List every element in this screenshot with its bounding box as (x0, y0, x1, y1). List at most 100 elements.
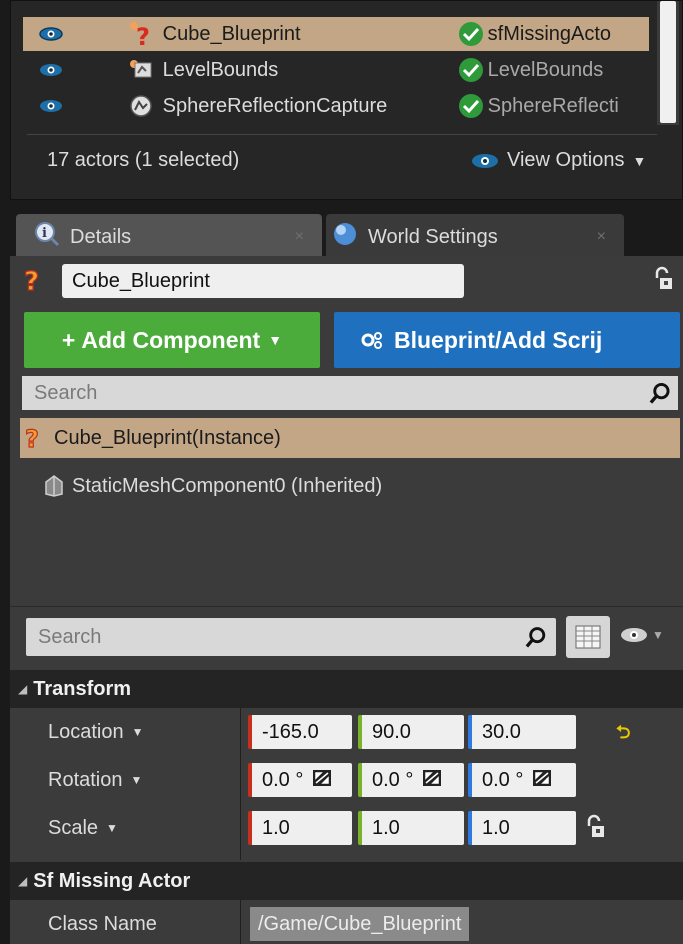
spin-arrows-icon[interactable] (423, 769, 442, 792)
view-options-button[interactable]: View Options ▼ (471, 149, 646, 172)
scale-y-field[interactable]: 1.0 (358, 811, 464, 845)
world-outliner: ? Cube_Blueprint sfMissingActo LevelBoun… (10, 0, 683, 200)
eye-icon (472, 153, 498, 168)
property-search[interactable] (26, 618, 556, 656)
field-value: 0.0 ° (482, 768, 524, 791)
location-x-field[interactable]: -165.0 (248, 715, 352, 749)
check-icon (458, 58, 483, 82)
property-label-text: Location (48, 720, 124, 743)
chevron-down-icon: ▼ (268, 332, 283, 348)
visibility-eye-icon[interactable] (23, 98, 79, 114)
property-search-input[interactable] (26, 625, 526, 649)
field-value: 0.0 ° (262, 768, 304, 791)
close-icon[interactable]: × (597, 228, 606, 246)
location-z-field[interactable]: 30.0 (468, 715, 576, 749)
rotation-y-field[interactable]: 0.0 ° (358, 763, 464, 797)
rotation-z-field[interactable]: 0.0 ° (468, 763, 576, 797)
property-row-scale: Scale ▼ 1.0 1.0 1.0 (10, 804, 683, 852)
chevron-down-icon: ▼ (106, 821, 118, 835)
missing-actor-question-icon: ? (24, 425, 39, 451)
eye-icon (621, 628, 647, 642)
static-mesh-icon (45, 475, 63, 497)
visibility-eye-icon[interactable] (23, 26, 79, 42)
reset-to-default-icon[interactable]: ⮌ (616, 720, 630, 750)
reflection-capture-icon (119, 94, 163, 118)
outliner-row-spherereflectioncapture[interactable]: SphereReflectionCapture SphereReflecti (23, 89, 649, 123)
tab-label: World Settings (368, 225, 498, 248)
svg-text:?: ? (24, 267, 39, 294)
transform-category-header[interactable]: ◢ Transform (10, 670, 683, 708)
instance-label: Cube_Blueprint(Instance) (54, 426, 281, 449)
component-search[interactable] (22, 376, 678, 410)
view-options-label: View Options (507, 149, 625, 171)
add-component-label: Add Component (81, 326, 261, 353)
outliner-row-cube-blueprint[interactable]: ? Cube_Blueprint sfMissingActo (23, 17, 649, 51)
add-component-button[interactable]: + Add Component ▼ (24, 312, 320, 368)
divider (10, 606, 683, 607)
missing-actor-question-icon: ? (119, 20, 163, 48)
missing-actor-question-icon: ? (22, 266, 44, 300)
property-label-text: Scale (48, 816, 99, 839)
view-options-button[interactable]: ▼ (620, 626, 664, 644)
actor-name-field[interactable]: Cube_Blueprint (62, 264, 464, 298)
class-name-value: /Game/Cube_Blueprint (250, 907, 470, 941)
tab-bar: i Details × World Settings × (10, 210, 683, 260)
rotation-label[interactable]: Rotation ▼ (10, 769, 240, 792)
svg-text:?: ? (25, 425, 39, 451)
check-icon (458, 22, 483, 46)
component-instance-row[interactable]: ? Cube_Blueprint(Instance) (20, 418, 680, 458)
component-search-input[interactable] (22, 381, 650, 405)
property-label-text: Rotation (48, 768, 123, 791)
outliner-actor-class: LevelBounds (458, 57, 649, 83)
close-icon[interactable]: × (295, 228, 304, 246)
property-row-location: Location ▼ -165.0 90.0 30.0 ⮌ (10, 708, 683, 756)
category-title: Sf Missing Actor (33, 869, 191, 892)
outliner-actor-class: sfMissingActo (458, 21, 649, 47)
divider (27, 134, 657, 135)
svg-text:?: ? (136, 23, 150, 48)
lock-icon[interactable] (652, 266, 674, 298)
component-label: StaticMeshComponent0 (Inherited) (72, 474, 383, 497)
rotation-x-field[interactable]: 0.0 ° (248, 763, 352, 797)
category-title: Transform (33, 677, 132, 700)
details-panel: ? Cube_Blueprint + Add Component ▼ Bluep… (10, 256, 683, 944)
spin-arrows-icon[interactable] (533, 769, 552, 792)
check-icon (458, 94, 483, 118)
outliner-scrollbar[interactable] (657, 1, 679, 125)
scale-label[interactable]: Scale ▼ (10, 817, 240, 840)
property-matrix-button[interactable] (566, 616, 610, 658)
location-label[interactable]: Location ▼ (10, 721, 240, 744)
class-name-label: Class Name (48, 912, 157, 935)
blueprint-add-script-button[interactable]: Blueprint/Add Scrij (334, 312, 680, 368)
visibility-eye-icon[interactable] (23, 62, 79, 78)
globe-icon (332, 221, 358, 253)
outliner-row-levelbounds[interactable]: LevelBounds LevelBounds (23, 53, 649, 87)
outliner-actor-name: LevelBounds (162, 58, 279, 81)
scale-x-field[interactable]: 1.0 (248, 811, 352, 845)
chevron-down-icon: ▼ (632, 152, 647, 169)
outliner-class-text: LevelBounds (487, 58, 604, 81)
field-value: 0.0 ° (372, 768, 414, 791)
component-row-staticmesh[interactable]: StaticMeshComponent0 (Inherited) (44, 474, 382, 498)
chevron-down-icon: ▼ (130, 773, 143, 787)
scrollbar-thumb[interactable] (660, 1, 676, 123)
spin-arrows-icon[interactable] (313, 769, 332, 792)
tab-world-settings[interactable]: World Settings × (326, 214, 624, 260)
tab-label: Details (70, 225, 132, 248)
outliner-actor-class: SphereReflecti (458, 93, 649, 119)
level-bounds-icon (119, 58, 163, 82)
outliner-class-text: sfMissingActo (487, 22, 612, 45)
blueprint-button-label: Blueprint/Add Scrij (394, 326, 603, 353)
lock-icon[interactable] (584, 814, 606, 846)
grid-icon (575, 625, 601, 649)
outliner-actor-name: SphereReflectionCapture (162, 94, 388, 117)
location-y-field[interactable]: 90.0 (358, 715, 464, 749)
info-icon: i (34, 221, 60, 253)
property-row-class-name: Class Name /Game/Cube_Blueprint (10, 900, 683, 944)
search-icon[interactable] (525, 625, 548, 649)
tab-details[interactable]: i Details × (16, 214, 322, 260)
scale-z-field[interactable]: 1.0 (468, 811, 576, 845)
sf-missing-actor-category-header[interactable]: ◢ Sf Missing Actor (10, 862, 683, 900)
outliner-actor-name: Cube_Blueprint (162, 22, 301, 45)
search-icon[interactable] (649, 381, 672, 405)
